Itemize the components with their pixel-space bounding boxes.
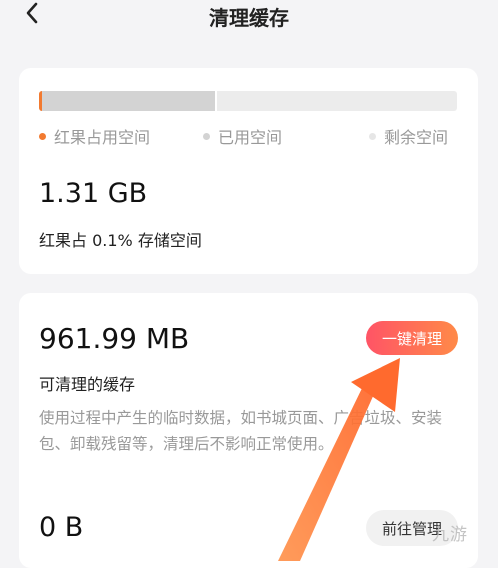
storage-usage-bar	[39, 91, 457, 111]
storage-card: 红果占用空间 已用空间 剩余空间 1.31 GB 红果占 0.1% 存储空间	[19, 68, 478, 274]
cache-size: 961.99 MB	[39, 322, 190, 355]
other-data-size: 0 B	[39, 512, 84, 543]
app-total-size: 1.31 GB	[39, 178, 148, 209]
used-space-dot	[203, 132, 210, 140]
legend-free-space: 剩余空间	[369, 125, 448, 147]
legend-used-label: 已用空间	[218, 128, 283, 147]
one-click-clean-button[interactable]: 一键清理	[366, 321, 458, 355]
free-space-dot	[369, 132, 376, 140]
legend-app-space: 红果占用空间	[39, 125, 150, 147]
used-space-segment	[42, 91, 215, 111]
legend-app-label: 红果占用空间	[54, 128, 151, 147]
header: 清理缓存	[0, 0, 498, 36]
cache-description: 使用过程中产生的临时数据，如书城页面、广告垃圾、安装包、卸载残留等，清理后不影响…	[39, 409, 443, 453]
segment-divider	[215, 91, 217, 111]
page-title: 清理缓存	[209, 6, 289, 30]
legend-used-space: 已用空间	[203, 125, 282, 147]
legend-free-label: 剩余空间	[384, 128, 449, 147]
app-space-dot	[39, 132, 46, 140]
cache-label: 可清理的缓存	[39, 375, 136, 394]
app-storage-share: 红果占 0.1% 存储空间	[39, 231, 202, 250]
watermark-logo: 九游	[432, 525, 468, 545]
cache-card: 961.99 MB 一键清理 可清理的缓存 使用过程中产生的临时数据，如书城页面…	[19, 293, 478, 568]
